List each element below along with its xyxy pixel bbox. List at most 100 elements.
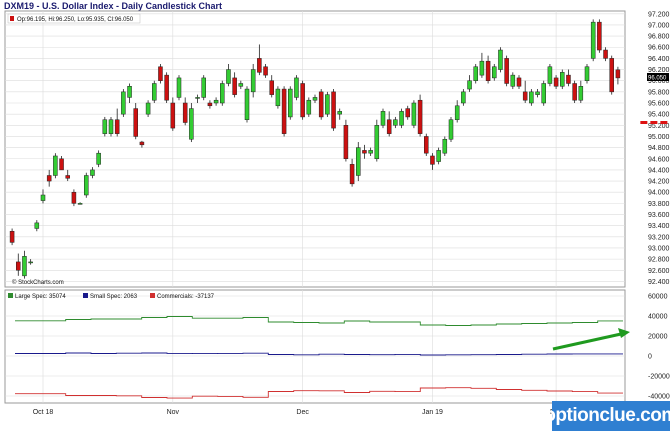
price-tick-label: 96.200 [648, 67, 670, 74]
candle-body [90, 169, 95, 176]
candle-body [522, 91, 528, 101]
candle-body [220, 83, 225, 104]
candle-body [417, 99, 423, 134]
candle-body [467, 80, 472, 90]
candle-body [590, 21, 596, 59]
candle-body [195, 97, 200, 99]
candle-body [294, 77, 299, 98]
candle-body [436, 150, 441, 162]
candle-body [16, 261, 21, 271]
cot-pane-frame [4, 289, 626, 404]
candle-body [331, 91, 336, 129]
price-tick-label: 94.400 [648, 167, 670, 174]
candle-body [263, 66, 268, 76]
candle-body [461, 91, 466, 104]
candle-body [238, 83, 244, 87]
cot-tick-label: -40000 [648, 394, 670, 401]
candle-body [108, 119, 114, 134]
copyright-text: © StockCharts.com [12, 279, 64, 286]
candle-body [312, 97, 318, 101]
cot-tick-label: -20000 [648, 374, 670, 381]
price-tick-label: 93.200 [648, 234, 670, 241]
candle-body [300, 83, 305, 118]
candle-body [145, 102, 151, 115]
price-tick-label: 95.400 [648, 112, 670, 119]
candle-body [121, 91, 126, 115]
candle-body [566, 74, 571, 84]
last-price-text: 96.050 [648, 76, 667, 82]
price-tick-label: 94.600 [648, 156, 670, 163]
legend-swatch-commercials [150, 293, 155, 298]
candle-body [22, 256, 27, 277]
candle-body [380, 111, 386, 126]
candle-body [213, 99, 219, 104]
watermark-badge: optionclue.com [544, 401, 670, 431]
candle-body [201, 77, 206, 98]
candle-body [226, 69, 231, 84]
candle-body [281, 88, 287, 134]
candle-body [232, 77, 237, 95]
candle-body [71, 191, 77, 204]
candle-body [84, 175, 89, 196]
price-tick-label: 96.800 [648, 34, 670, 41]
candle-body [516, 77, 522, 87]
candle-body [158, 66, 163, 81]
candle-body [28, 261, 33, 264]
x-tick-label: Jan 19 [422, 409, 443, 416]
candle-body [362, 150, 367, 154]
candle-body [189, 108, 194, 140]
candle-body [393, 119, 398, 126]
legend-large-spec: Large Spec: 35074 [15, 294, 66, 300]
candle-body [479, 60, 485, 76]
candle-body [269, 80, 274, 95]
candle-body [53, 155, 58, 176]
cot-tick-label: 20000 [648, 334, 668, 341]
candle-body [547, 66, 553, 84]
candle-body [578, 86, 584, 101]
price-tick-label: 96.600 [648, 45, 670, 52]
candle-body [386, 119, 392, 134]
legend-swatch-large-spec [8, 293, 13, 298]
candle-body [442, 138, 448, 154]
candle-body [368, 150, 373, 154]
legend-small-spec: Small Spec: 2063 [90, 294, 138, 300]
ohlc-swatch [10, 16, 14, 21]
candle-body [96, 152, 101, 165]
candle-body [411, 102, 417, 126]
x-axis: Oct 18NovDecJan 19Feb [33, 409, 563, 416]
price-tick-label: 95.800 [648, 89, 670, 96]
candle-body [553, 77, 559, 87]
candle-body [207, 102, 213, 107]
candle-body [492, 66, 497, 79]
candle-body [510, 74, 516, 87]
candle-body [306, 99, 312, 115]
candle-body [572, 83, 577, 101]
candle-body [114, 119, 120, 134]
price-tick-label: 92.600 [648, 268, 670, 275]
candle-body [498, 49, 503, 70]
candle-body [46, 175, 52, 182]
legend-commercials: Commercials: -37137 [157, 294, 215, 300]
candle-body [356, 147, 361, 176]
candle-body [257, 58, 262, 73]
candle-body [541, 83, 546, 104]
price-tick-label: 97.200 [648, 11, 670, 18]
price-tick-label: 93.000 [648, 245, 670, 252]
candle-body [133, 108, 138, 137]
candle-body [399, 111, 404, 126]
candle-body [374, 125, 380, 160]
legend-swatch-small-spec [83, 293, 88, 298]
candle-body [102, 119, 108, 134]
price-pane-frame [4, 10, 626, 288]
candle-body [152, 83, 157, 101]
candle-body [275, 88, 281, 107]
candle-body [485, 60, 491, 81]
ohlc-readout: Op:96.195, Hi:96.250, Lo:95.935, Cl:96.0… [17, 17, 134, 23]
cot-tick-label: 60000 [648, 294, 668, 301]
candle-body [609, 58, 614, 93]
cot-tick-label: 0 [648, 354, 652, 361]
candle-body [244, 88, 250, 120]
candle-body [448, 119, 454, 140]
price-tick-label: 94.200 [648, 179, 670, 186]
candle-body [349, 164, 355, 185]
